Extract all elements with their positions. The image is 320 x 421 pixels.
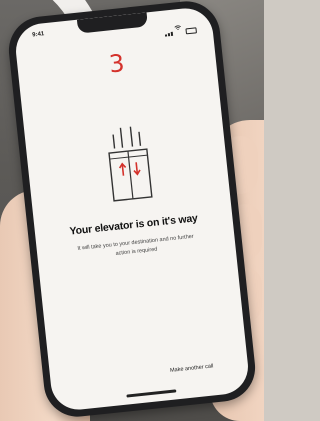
elevator-icon xyxy=(100,121,158,206)
signal-icon xyxy=(164,31,174,37)
photo-scene: 9:41 3 Your elevator is on it's way It w… xyxy=(0,0,264,421)
status-subtitle: It will take you to your destination and… xyxy=(77,233,194,257)
floor-number: 3 xyxy=(107,49,126,79)
phone-screen: 9:41 3 Your elevator is on it's way It w… xyxy=(13,5,251,413)
battery-icon xyxy=(185,27,197,35)
camera-notch xyxy=(76,12,148,34)
status-title: Your elevator is on it's way xyxy=(69,212,199,238)
status-icons xyxy=(163,15,197,37)
wifi-icon xyxy=(173,17,182,36)
smartphone: 9:41 3 Your elevator is on it's way It w… xyxy=(5,0,259,420)
status-time: 9:41 xyxy=(32,31,45,39)
make-another-call-button[interactable]: Make another call xyxy=(170,363,214,374)
home-indicator[interactable] xyxy=(126,389,177,398)
